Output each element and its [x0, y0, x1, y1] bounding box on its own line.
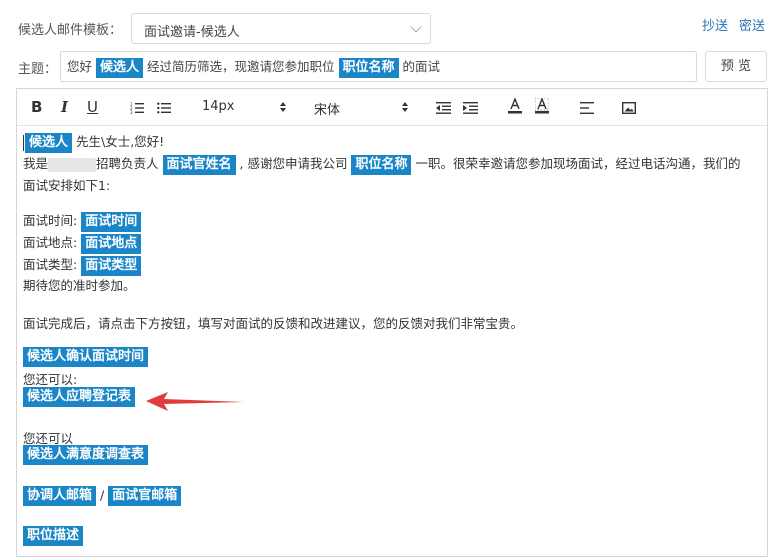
template-label: 候选人邮件模板：	[18, 23, 123, 38]
image-icon[interactable]	[621, 100, 637, 118]
after-line: 面试完成后，请点击下方按钮，填写对面试的反馈和改进建议，您的反馈对我们非常宝贵。	[23, 316, 524, 331]
subject-text-1: 您好	[67, 59, 93, 74]
subject-tag-position[interactable]: 职位名称	[338, 57, 399, 78]
intro-text-a: 我是	[23, 156, 49, 171]
font-color-icon[interactable]	[508, 97, 522, 118]
underline-button[interactable]: U	[87, 98, 98, 116]
tag-interview-time[interactable]: 面试时间	[81, 211, 142, 232]
type-label: 面试类型:	[23, 257, 78, 272]
subject-input[interactable]: 您好 候选人 经过简历筛选，现邀请您参加职位 职位名称 的面试	[60, 51, 697, 82]
tag-interviewer-name[interactable]: 面试官姓名	[162, 154, 236, 175]
outdent-icon[interactable]	[436, 100, 451, 118]
bcc-link[interactable]: 密送	[739, 15, 765, 34]
candidate-registration-form-button[interactable]: 候选人应聘登记表	[23, 387, 136, 407]
place-line: 面试地点: 面试地点	[23, 232, 142, 254]
preview-button[interactable]: 预 览	[705, 51, 767, 82]
confirm-interview-time-button[interactable]: 候选人确认面试时间	[23, 347, 149, 367]
chevron-down-icon	[410, 21, 422, 33]
tag-candidate[interactable]: 候选人	[25, 132, 73, 153]
font-size-updown-icon[interactable]	[279, 99, 287, 117]
coordinator-email-button[interactable]: 协调人邮箱	[23, 486, 97, 506]
text-cursor	[23, 134, 24, 151]
intro-text-c: , 感谢您申请我公司	[239, 156, 348, 171]
intro-text-b: 招聘负责人	[96, 156, 159, 171]
jd-line: 职位描述	[23, 526, 84, 546]
tag-interview-place[interactable]: 面试地点	[81, 233, 142, 254]
greeting-line: 候选人 先生\女士,您好!	[23, 131, 164, 153]
align-left-icon[interactable]	[580, 100, 594, 118]
candidate-satisfaction-survey-button[interactable]: 候选人满意度调查表	[23, 445, 149, 465]
greeting-text: 先生\女士,您好!	[76, 134, 165, 149]
indent-icon[interactable]	[463, 100, 478, 118]
unordered-list-icon[interactable]	[157, 100, 171, 118]
survey-line: 候选人满意度调查表	[23, 445, 149, 465]
tag-interview-type[interactable]: 面试类型	[81, 255, 142, 276]
intro-text-d: 一职。很荣幸邀请您参加现场面试，经过电话沟通，我们的	[415, 156, 741, 171]
place-label: 面试地点:	[23, 235, 78, 250]
template-select-value: 面试邀请-候选人	[144, 25, 240, 40]
time-line: 面试时间: 面试时间	[23, 210, 142, 232]
ordered-list-icon[interactable]: 123	[130, 100, 144, 118]
subject-label: 主题：	[18, 62, 58, 77]
editor-toolbar: B I U 123 14px 宋体	[17, 89, 767, 126]
redacted-name	[48, 157, 97, 172]
register-line: 候选人应聘登记表	[23, 387, 136, 407]
email-links-line: 协调人邮箱 / 面试官邮箱	[23, 486, 182, 506]
subject-text-2: 经过简历筛选，现邀请您参加职位	[147, 59, 335, 74]
tag-position-name[interactable]: 职位名称	[351, 154, 412, 175]
template-select[interactable]: 面试邀请-候选人	[131, 13, 431, 44]
interviewer-email-button[interactable]: 面试官邮箱	[108, 486, 182, 506]
arrow-icon	[146, 392, 244, 411]
cc-link[interactable]: 抄送	[702, 15, 728, 34]
intro-line-2: 面试安排如下1:	[23, 178, 111, 193]
svg-text:3: 3	[130, 110, 133, 114]
red-arrow-annotation	[146, 392, 244, 411]
job-description-button[interactable]: 职位描述	[23, 526, 84, 546]
background-color-icon[interactable]	[534, 97, 550, 118]
time-label: 面试时间:	[23, 213, 78, 228]
slash-separator: /	[100, 487, 105, 503]
confirm-line: 候选人确认面试时间	[23, 347, 149, 367]
font-family-updown-icon[interactable]	[401, 99, 409, 117]
subject-text-3: 的面试	[402, 59, 441, 74]
intro-line: 我是 招聘负责人 面试官姓名 , 感谢您申请我公司 职位名称 一职。很荣幸邀请您参…	[23, 153, 740, 175]
subject-tag-candidate[interactable]: 候选人	[96, 57, 144, 78]
bold-button[interactable]: B	[31, 98, 42, 116]
email-editor[interactable]: B I U 123 14px 宋体 候选人 先生\女士,您好! 我是 招聘负责人…	[16, 88, 768, 557]
font-family-select[interactable]: 宋体	[314, 99, 340, 118]
italic-button[interactable]: I	[61, 98, 68, 116]
type-line: 面试类型: 面试类型	[23, 254, 142, 276]
expect-line: 期待您的准时参加。	[23, 278, 136, 293]
font-size-select[interactable]: 14px	[202, 99, 235, 114]
also-line-1: 您还可以:	[23, 372, 78, 387]
